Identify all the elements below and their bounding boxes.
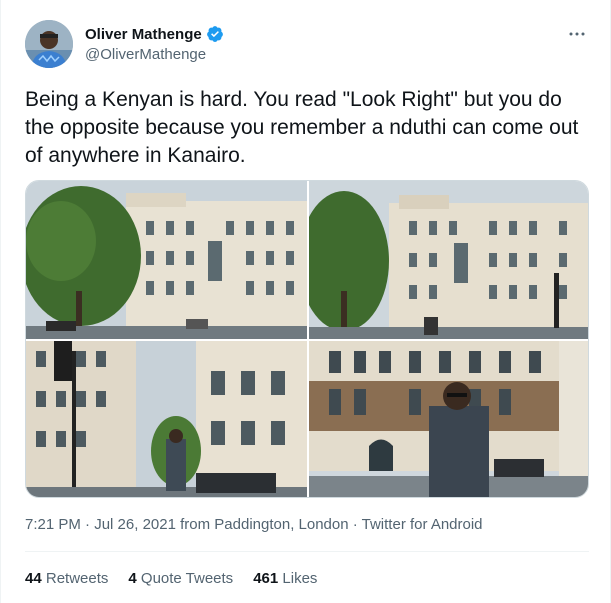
meta-separator: · bbox=[80, 516, 95, 533]
likes-label: Likes bbox=[282, 570, 318, 587]
avatar[interactable] bbox=[25, 20, 73, 68]
tweet-card: Oliver Mathenge @OliverMathenge Being a … bbox=[0, 0, 611, 603]
tweet-source[interactable]: Twitter for Android bbox=[362, 516, 483, 533]
more-options-icon[interactable] bbox=[565, 24, 589, 44]
display-name-row: Oliver Mathenge bbox=[85, 24, 224, 44]
media-grid bbox=[25, 180, 589, 498]
retweets-stat[interactable]: 44 Retweets bbox=[25, 570, 108, 587]
tweet-location[interactable]: from Paddington, London bbox=[176, 516, 348, 533]
quotes-count: 4 bbox=[128, 570, 137, 587]
retweets-count: 44 bbox=[25, 570, 42, 587]
author-handle[interactable]: @OliverMathenge bbox=[85, 46, 224, 63]
verified-badge-icon bbox=[206, 25, 224, 43]
tweet-stats: 44 Retweets 4 Quote Tweets 461 Likes bbox=[25, 570, 317, 587]
retweets-label: Retweets bbox=[45, 570, 109, 587]
meta-separator: · bbox=[348, 516, 362, 533]
photo-3[interactable] bbox=[26, 341, 307, 497]
tweet-time[interactable]: 7:21 PM bbox=[25, 516, 81, 533]
tweet-header: Oliver Mathenge @OliverMathenge bbox=[25, 16, 591, 72]
photo-1[interactable] bbox=[26, 181, 307, 339]
quote-tweets-stat[interactable]: 4 Quote Tweets bbox=[128, 570, 233, 587]
likes-count: 461 bbox=[253, 570, 279, 587]
photo-2[interactable] bbox=[309, 181, 588, 339]
photo-4[interactable] bbox=[309, 341, 588, 497]
quotes-label: Quote Tweets bbox=[140, 570, 234, 587]
author-display-name[interactable]: Oliver Mathenge bbox=[85, 26, 202, 43]
author-names: Oliver Mathenge @OliverMathenge bbox=[85, 24, 224, 63]
divider bbox=[25, 551, 589, 552]
tweet-text: Being a Kenyan is hard. You read "Look R… bbox=[25, 88, 579, 167]
likes-stat[interactable]: 461 Likes bbox=[253, 570, 317, 587]
tweet-date[interactable]: Jul 26, 2021 bbox=[94, 516, 176, 533]
tweet-meta: 7:21 PM · Jul 26, 2021 from Paddington, … bbox=[25, 516, 483, 533]
